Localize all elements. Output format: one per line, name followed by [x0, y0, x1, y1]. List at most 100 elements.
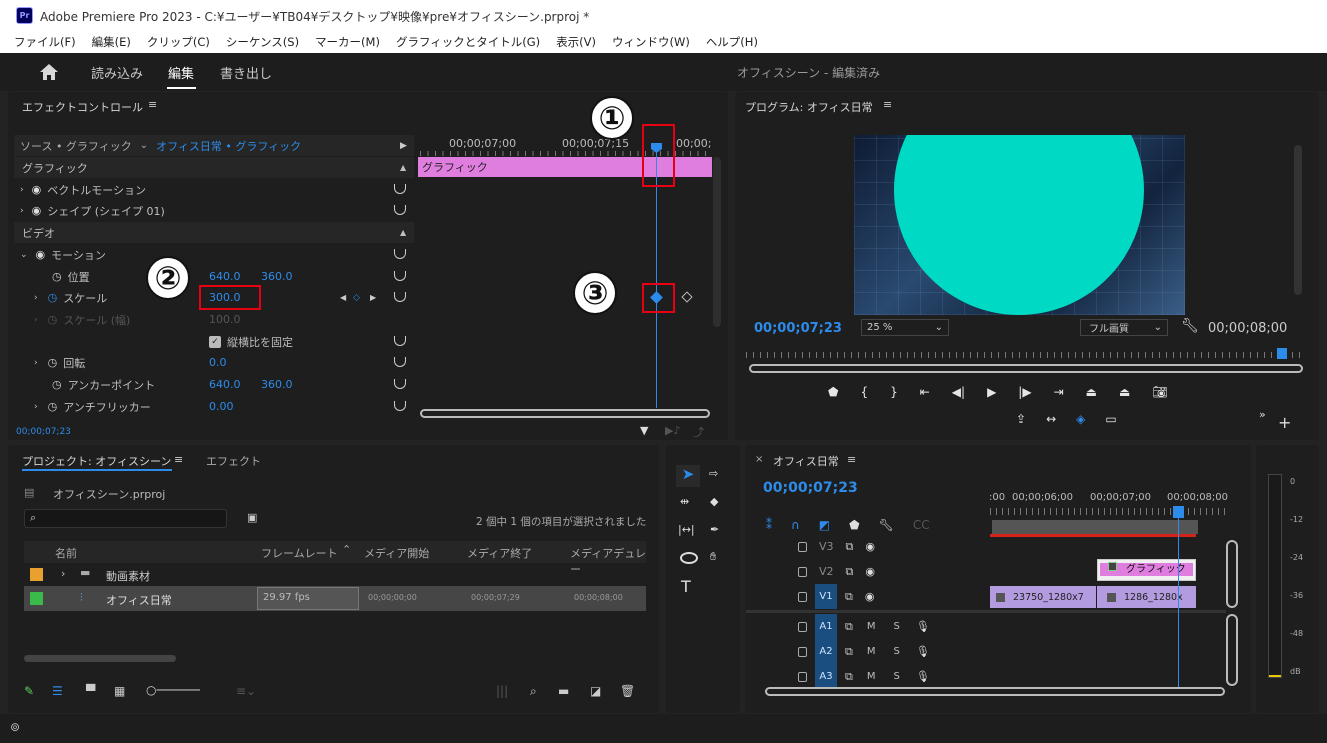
sort-icon[interactable]: ≡⌄ — [236, 684, 256, 698]
freeform-view-icon[interactable]: ▦ — [114, 684, 125, 698]
menu-file[interactable]: ファイル(F) — [14, 34, 76, 50]
project-search-input[interactable] — [24, 509, 227, 528]
menu-marker[interactable]: マーカー(M) — [315, 34, 380, 50]
step-back-icon[interactable]: ◀| — [952, 385, 965, 403]
expand-arrow-icon[interactable]: ▶ — [400, 141, 407, 151]
stopwatch-icon[interactable]: ◷ — [48, 291, 58, 304]
expand-icon[interactable]: › — [20, 185, 24, 195]
eye-icon[interactable]: ◉ — [865, 590, 875, 603]
track-label-a2[interactable]: A2 — [815, 639, 837, 664]
rotation-value[interactable]: 0.0 — [209, 356, 227, 369]
menu-edit[interactable]: 編集(E) — [92, 34, 131, 50]
prev-keyframe-icon[interactable]: ◀ — [340, 293, 346, 302]
linked-selection-icon[interactable]: ◩ — [819, 518, 830, 534]
mark-out-icon[interactable]: } — [890, 385, 898, 403]
panel-menu-icon[interactable]: ≡ — [883, 98, 892, 111]
anchor-y-value[interactable]: 360.0 — [261, 378, 293, 391]
next-keyframe-icon[interactable]: ▶ — [370, 293, 376, 302]
antiflicker-value[interactable]: 0.00 — [209, 400, 234, 413]
sort-up-icon[interactable]: ⌃ — [342, 543, 351, 556]
project-hscroll[interactable] — [24, 655, 176, 662]
timeline-timecode[interactable]: 00;00;07;23 — [763, 480, 858, 496]
creative-cloud-icon[interactable]: ⊚ — [10, 720, 20, 734]
tab-export[interactable]: 書き出し — [220, 63, 272, 82]
track-label-a3[interactable]: A3 — [815, 664, 837, 689]
program-preview[interactable] — [854, 135, 1185, 315]
track-label-a1[interactable]: A1 — [815, 614, 837, 639]
new-item-icon[interactable]: ◪ — [590, 684, 601, 698]
search-icon[interactable]: ⌕ — [530, 684, 537, 699]
track-label-v2[interactable]: V2 — [819, 565, 834, 578]
trim-icon[interactable]: ↔ — [1046, 412, 1056, 430]
filter-icon[interactable]: ▼ — [640, 424, 648, 437]
menu-sequence[interactable]: シーケンス(S) — [226, 34, 299, 50]
table-row[interactable]: › ▬ 動画素材 — [24, 563, 646, 586]
home-icon[interactable] — [39, 63, 59, 81]
collapse-icon[interactable]: ▲ — [400, 228, 406, 237]
marker-icon[interactable]: ⬟ — [828, 385, 838, 403]
mic-icon[interactable]: 🎙︎ — [916, 620, 930, 633]
eye-icon[interactable]: ◉ — [865, 565, 875, 578]
collapse-icon[interactable]: ▲ — [400, 163, 406, 172]
program-timecode[interactable]: 00;00;07;23 — [754, 321, 842, 336]
list-view-icon[interactable]: ☰ — [52, 684, 63, 698]
collapse-icon[interactable]: ⌄ — [20, 250, 28, 260]
menu-help[interactable]: ヘルプ(H) — [706, 34, 758, 50]
lock-icon[interactable] — [798, 671, 807, 682]
lock-icon[interactable] — [798, 591, 807, 602]
mark-in-icon[interactable]: { — [860, 385, 868, 403]
work-area-bar[interactable] — [992, 520, 1198, 534]
track-label-v3[interactable]: V3 — [819, 540, 834, 553]
mic-icon[interactable]: 🎙︎ — [916, 670, 930, 683]
ec-scrollbar[interactable] — [713, 157, 721, 327]
safe-margins-icon[interactable]: ▭ — [1105, 412, 1116, 430]
solo-button[interactable]: S — [894, 671, 900, 682]
timeline-settings-icon[interactable]: 🔧︎ — [879, 518, 894, 534]
tab-import[interactable]: 読み込み — [91, 63, 143, 82]
tab-edit[interactable]: 編集 — [168, 63, 194, 82]
slip-tool-icon[interactable]: |↔| — [678, 523, 695, 536]
clip-selector[interactable]: オフィス日常 • グラフィック — [156, 138, 301, 154]
timeline-title[interactable]: オフィス日常 — [773, 453, 839, 469]
vr-icon[interactable]: ◈ — [1076, 412, 1085, 430]
export-frame-icon[interactable]: ⤴ — [693, 424, 704, 440]
expand-icon[interactable]: › — [34, 402, 38, 412]
col-media-end[interactable]: メディア終了 — [467, 545, 532, 561]
lock-icon[interactable] — [798, 541, 807, 552]
add-button-icon[interactable]: + — [1278, 413, 1291, 432]
step-forward-icon[interactable]: |▶ — [1018, 385, 1031, 403]
expand-icon[interactable]: › — [61, 567, 65, 580]
mute-button[interactable]: M — [867, 646, 876, 657]
stopwatch-icon[interactable]: ◷ — [52, 378, 62, 391]
col-framerate[interactable]: フレームレート — [261, 545, 338, 561]
menu-clip[interactable]: クリップ(C) — [147, 34, 210, 50]
more-controls-icon[interactable]: » — [1259, 408, 1266, 421]
lift-icon[interactable]: ⏏ — [1086, 385, 1097, 403]
play-audio-icon[interactable]: ▶♪ — [665, 424, 680, 437]
panel-menu-icon[interactable]: ≡ — [174, 453, 183, 466]
col-name[interactable]: 名前 — [55, 545, 77, 561]
trash-icon[interactable]: 🗑︎ — [620, 684, 635, 698]
add-marker-icon[interactable]: ⬟ — [849, 518, 859, 534]
stopwatch-icon[interactable]: ◷ — [48, 400, 58, 413]
eye-icon[interactable]: ◉ — [32, 183, 42, 196]
pen-tool-icon[interactable]: ✒ — [710, 523, 719, 536]
close-icon[interactable]: × — [755, 454, 763, 465]
clip-video-v1b[interactable]: 1286_1280x — [1097, 586, 1196, 608]
program-scrollbar[interactable] — [1294, 145, 1302, 295]
automate-icon[interactable]: ||| — [496, 684, 508, 698]
lock-icon[interactable] — [798, 646, 807, 657]
ripple-edit-tool-icon[interactable]: ⇹ — [680, 495, 689, 508]
tl-playhead-line[interactable] — [1178, 515, 1179, 687]
program-playhead[interactable] — [1277, 348, 1287, 359]
sync-lock-icon[interactable]: ⧉ — [845, 645, 853, 659]
col-media-start[interactable]: メディア開始 — [364, 545, 429, 561]
clip-video-v1a[interactable]: 23750_1280x7 — [990, 586, 1096, 608]
mic-icon[interactable]: 🎙︎ — [916, 645, 930, 658]
clip-graphic-v2[interactable]: グラフィック — [1097, 559, 1196, 581]
track-label-v1[interactable]: V1 — [815, 584, 837, 609]
position-x-value[interactable]: 640.0 — [209, 270, 241, 283]
solo-button[interactable]: S — [894, 621, 900, 632]
uniform-scale-checkbox[interactable]: ✓ — [209, 335, 221, 348]
track-select-tool-icon[interactable]: ⇨ — [709, 467, 718, 480]
